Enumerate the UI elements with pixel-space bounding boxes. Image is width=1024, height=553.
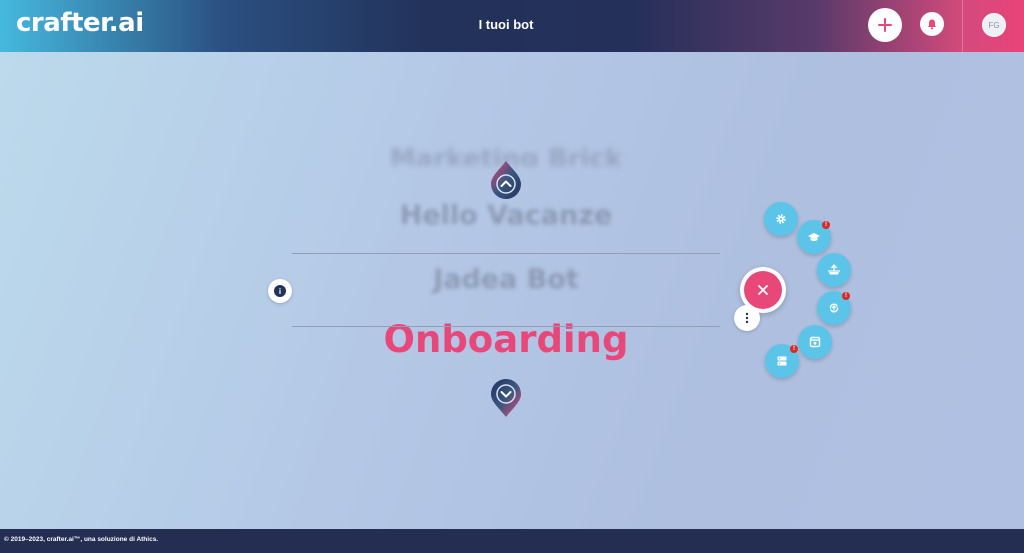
database-warning-badge: !: [790, 345, 798, 353]
bot-info-button[interactable]: i: [268, 279, 292, 303]
bot-deploy-button[interactable]: [817, 253, 851, 287]
bot-preview-button[interactable]: [798, 325, 832, 359]
selected-bot-name[interactable]: Onboarding: [292, 318, 720, 361]
chevron-up-icon[interactable]: [489, 160, 523, 200]
bot-database-button[interactable]: !: [765, 344, 799, 378]
sync-warning-badge: !: [842, 292, 850, 300]
plus-icon: [878, 18, 892, 32]
add-bot-button[interactable]: [868, 8, 902, 42]
server-icon: [777, 356, 787, 366]
gear-icon: [776, 214, 786, 224]
header-divider: [962, 0, 963, 52]
selection-top-line: [292, 253, 720, 254]
bot-training-button[interactable]: !: [797, 220, 831, 254]
notifications-button[interactable]: [920, 12, 944, 36]
sync-icon: [829, 303, 839, 313]
more-options-button[interactable]: [734, 305, 760, 331]
bell-icon: [928, 19, 936, 30]
footer: © 2019–2023, crafter.ai™, una soluzione …: [0, 529, 1024, 553]
top-header: crafter.ai I tuoi bot FG: [0, 0, 1024, 52]
bot-settings-button[interactable]: [764, 202, 798, 236]
info-icon: i: [274, 285, 286, 297]
avatar-initials: FG: [988, 20, 1000, 30]
bot-item-hello-vacanze[interactable]: Hello Vacanze: [292, 200, 720, 231]
bot-sync-button[interactable]: !: [817, 291, 851, 325]
close-icon: [758, 285, 768, 295]
page-title: I tuoi bot: [478, 17, 534, 32]
selection-bottom-line: [292, 326, 720, 327]
user-avatar[interactable]: FG: [982, 13, 1006, 37]
chevron-down-icon[interactable]: [489, 378, 523, 418]
training-warning-badge: !: [822, 221, 830, 229]
copyright-text: © 2019–2023, crafter.ai™, una soluzione …: [4, 536, 159, 543]
bot-selector-area: Marketing Brick Hello Vacanze Jadea Bot …: [0, 52, 1024, 529]
deploy-icon: [828, 264, 840, 275]
graduation-cap-icon: [808, 233, 820, 241]
window-icon: [809, 336, 821, 348]
more-vertical-icon: [745, 312, 749, 324]
bot-item-jadea-bot[interactable]: Jadea Bot: [292, 264, 720, 295]
